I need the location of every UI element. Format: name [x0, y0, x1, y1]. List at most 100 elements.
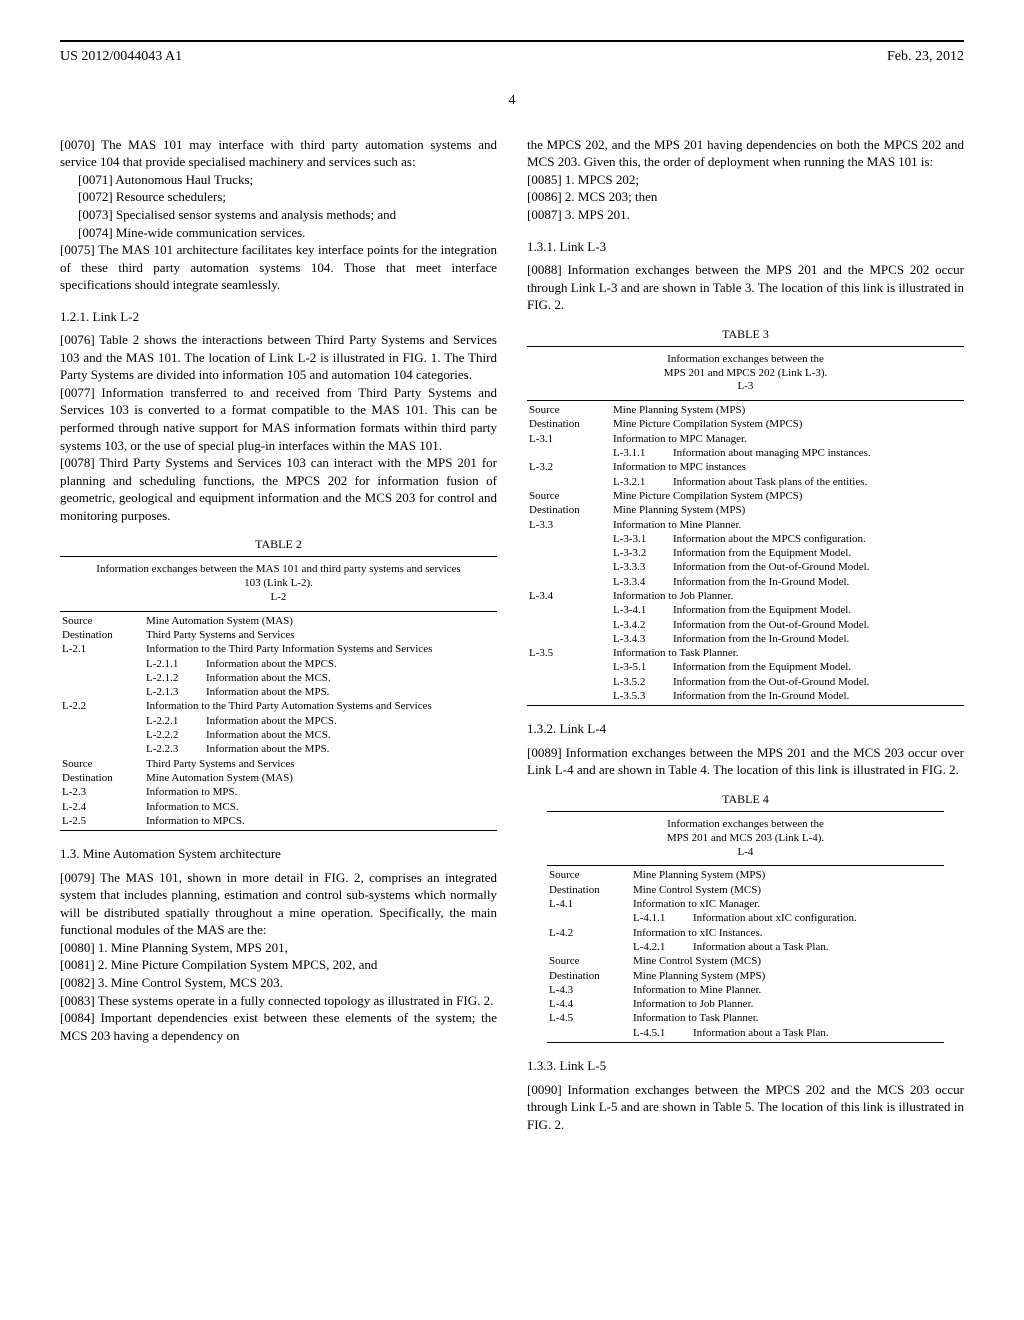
- table-subvalue: L-3.1.1Information about managing MPC in…: [611, 446, 964, 460]
- para-0088: [0088] Information exchanges between the…: [527, 261, 964, 314]
- table-subvalue: L-4.1.1Information about xIC configurati…: [631, 911, 944, 925]
- table-subvalue: L-2.1.2Information about the MCS.: [144, 671, 497, 685]
- table-key: L-2.2: [60, 699, 144, 713]
- table-row: SourceMine Planning System (MPS): [527, 403, 964, 417]
- table-subvalue: L-2.2.3Information about the MPS.: [144, 742, 497, 756]
- heading-1-3-2: 1.3.2. Link L-4: [527, 720, 964, 738]
- table-key: Destination: [60, 628, 144, 642]
- table-row: L-3.3.4Information from the In-Ground Mo…: [527, 575, 964, 589]
- table-key-empty: [60, 728, 144, 742]
- publication-number: US 2012/0044043 A1: [60, 48, 182, 67]
- header-rule: [60, 40, 964, 42]
- table-key-empty: [527, 575, 611, 589]
- table-key: L-3.2: [527, 460, 611, 474]
- table-row: DestinationMine Control System (MCS): [547, 883, 944, 897]
- table-value: Mine Planning System (MPS): [611, 503, 964, 517]
- table-row: L-3.1Information to MPC Manager.: [527, 432, 964, 446]
- table-key: L-4.2: [547, 926, 631, 940]
- table-key: Destination: [60, 771, 144, 785]
- table-4-label: TABLE 4: [527, 791, 964, 807]
- table-value: Information to MPCS.: [144, 814, 497, 828]
- table-row: L-4.2Information to xIC Instances.: [547, 926, 944, 940]
- table-row: L-3.3Information to Mine Planner.: [527, 518, 964, 532]
- table-row: SourceMine Planning System (MPS): [547, 868, 944, 882]
- table-key-empty: [527, 560, 611, 574]
- table-subvalue: L-2.1.3Information about the MPS.: [144, 685, 497, 699]
- table-row: L-3-3.2Information from the Equipment Mo…: [527, 546, 964, 560]
- para-0074: [0074] Mine-wide communication services.: [60, 224, 497, 242]
- table-value: Mine Planning System (MPS): [631, 969, 944, 983]
- table-key: L-3.1: [527, 432, 611, 446]
- left-column: [0070] The MAS 101 may interface with th…: [60, 136, 497, 1133]
- table-key: Destination: [527, 503, 611, 517]
- table-key: L-3.4: [527, 589, 611, 603]
- table-key-empty: [60, 671, 144, 685]
- table-row: L-2.1.2Information about the MCS.: [60, 671, 497, 685]
- table-subvalue: L-3-3.2Information from the Equipment Mo…: [611, 546, 964, 560]
- table-key: Source: [547, 868, 631, 882]
- table-value: Information to MPC instances: [611, 460, 964, 474]
- para-0081: [0081] 2. Mine Picture Compilation Syste…: [60, 956, 497, 974]
- heading-1-3: 1.3. Mine Automation System architecture: [60, 845, 497, 863]
- table-row: L-3.2.1Information about Task plans of t…: [527, 475, 964, 489]
- table-row: L-3.4.2Information from the Out-of-Groun…: [527, 618, 964, 632]
- table-subvalue: L-2.2.1Information about the MPCS.: [144, 714, 497, 728]
- para-0077: [0077] Information transferred to and re…: [60, 384, 497, 454]
- table-row: L-4.5Information to Task Planner.: [547, 1011, 944, 1025]
- table-key-empty: [527, 532, 611, 546]
- table-key: Destination: [527, 417, 611, 431]
- table-value: Information to xIC Instances.: [631, 926, 944, 940]
- table-row: L-3-5.1Information from the Equipment Mo…: [527, 660, 964, 674]
- para-0070: [0070] The MAS 101 may interface with th…: [60, 136, 497, 171]
- table-row: DestinationMine Automation System (MAS): [60, 771, 497, 785]
- table-2-caption: Information exchanges between the MAS 10…: [60, 559, 497, 608]
- para-0089: [0089] Information exchanges between the…: [527, 744, 964, 779]
- table-key-empty: [60, 657, 144, 671]
- table-key-empty: [547, 1026, 631, 1040]
- table-key-empty: [527, 689, 611, 703]
- para-0079: [0079] The MAS 101, shown in more detail…: [60, 869, 497, 939]
- heading-1-2-1: 1.2.1. Link L-2: [60, 308, 497, 326]
- table-row: L-2.2.1Information about the MPCS.: [60, 714, 497, 728]
- table-subvalue: L-2.2.2Information about the MCS.: [144, 728, 497, 742]
- table-value: Mine Picture Compilation System (MPCS): [611, 489, 964, 503]
- table-value: Mine Picture Compilation System (MPCS): [611, 417, 964, 431]
- para-0082: [0082] 3. Mine Control System, MCS 203.: [60, 974, 497, 992]
- table-row: L-3.4.3Information from the In-Ground Mo…: [527, 632, 964, 646]
- patent-page: US 2012/0044043 A1 Feb. 23, 2012 4 [0070…: [0, 0, 1024, 1193]
- table-subvalue: L-3.3.4Information from the In-Ground Mo…: [611, 575, 964, 589]
- table-row: L-3.3.3Information from the Out-of-Groun…: [527, 560, 964, 574]
- table-row: DestinationThird Party Systems and Servi…: [60, 628, 497, 642]
- table-subvalue: L-3.2.1Information about Task plans of t…: [611, 475, 964, 489]
- para-0084-cont: the MPCS 202, and the MPS 201 having dep…: [527, 136, 964, 171]
- table-row: L-3.5.2Information from the Out-of-Groun…: [527, 675, 964, 689]
- table-row: DestinationMine Picture Compilation Syst…: [527, 417, 964, 431]
- table-value: Information to xIC Manager.: [631, 897, 944, 911]
- table-row: L-2.2Information to the Third Party Auto…: [60, 699, 497, 713]
- table-key: L-4.3: [547, 983, 631, 997]
- para-0075: [0075] The MAS 101 architecture facilita…: [60, 241, 497, 294]
- table-value: Information to MPC Manager.: [611, 432, 964, 446]
- table-value: Mine Automation System (MAS): [144, 771, 497, 785]
- table-key: Source: [527, 403, 611, 417]
- table-row: DestinationMine Planning System (MPS): [547, 969, 944, 983]
- para-0073: [0073] Specialised sensor systems and an…: [60, 206, 497, 224]
- para-0084: [0084] Important dependencies exist betw…: [60, 1009, 497, 1044]
- table-row: L-2.5Information to MPCS.: [60, 814, 497, 828]
- table-key-empty: [527, 603, 611, 617]
- table-key: Source: [60, 757, 144, 771]
- table-value: Information to Job Planner.: [611, 589, 964, 603]
- table-row: L-4.2.1Information about a Task Plan.: [547, 940, 944, 954]
- table-row: SourceThird Party Systems and Services: [60, 757, 497, 771]
- table-row: L-3.1.1Information about managing MPC in…: [527, 446, 964, 460]
- table-value: Mine Control System (MCS): [631, 954, 944, 968]
- table-row: L-2.1Information to the Third Party Info…: [60, 642, 497, 656]
- table-subvalue: L-3-4.1Information from the Equipment Mo…: [611, 603, 964, 617]
- table-subvalue: L-3.4.3Information from the In-Ground Mo…: [611, 632, 964, 646]
- table-3: Information exchanges between the MPS 20…: [527, 346, 964, 706]
- table-4: Information exchanges between the MPS 20…: [527, 811, 964, 1043]
- table-value: Mine Automation System (MAS): [144, 614, 497, 628]
- table-key-empty: [527, 475, 611, 489]
- table-key: Source: [60, 614, 144, 628]
- table-key: L-2.5: [60, 814, 144, 828]
